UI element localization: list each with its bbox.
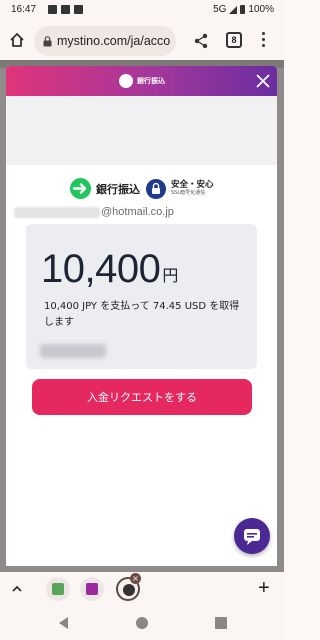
conversion-description: 10,400 JPY を支払って 74.45 USD を取得します <box>44 301 240 328</box>
close-tab-icon[interactable]: × <box>130 573 141 584</box>
lock-icon <box>43 35 52 46</box>
money-icon <box>52 583 64 595</box>
recents-icon[interactable] <box>215 617 227 629</box>
safety-text: 安全・安心 SSL暗号化通信 <box>171 181 214 197</box>
arrow-right-icon <box>70 178 91 199</box>
tab-thumbnail-1[interactable] <box>46 577 70 601</box>
padlock-icon <box>146 178 166 199</box>
chat-icon <box>244 529 260 545</box>
shield-notification-icon <box>48 5 57 14</box>
chevron-up-icon[interactable] <box>10 582 24 596</box>
close-icon[interactable] <box>255 73 271 89</box>
new-tab-icon[interactable]: + <box>258 578 270 598</box>
tab-switcher-button[interactable]: 8 <box>226 32 242 48</box>
payment-card: 銀行振込 安全・安心 SSL暗号化通信 @hotmail.co.jp 10,40… <box>6 165 277 566</box>
system-nav-bar <box>0 606 284 640</box>
home-notification-icon <box>61 5 70 14</box>
globe-icon <box>123 584 135 596</box>
modal-header: 銀行振込 <box>6 66 277 96</box>
amount-value: 10,400 <box>41 247 161 291</box>
safety-subtitle: SSL暗号化通信 <box>171 190 206 197</box>
amount-panel: 10,400 円 10,400 JPY を支払って 74.45 USD を取得し… <box>26 224 257 369</box>
status-bar: 16:47 5G 100% <box>0 0 284 22</box>
email-redacted <box>14 206 100 218</box>
status-right: 5G 100% <box>213 4 274 15</box>
status-notification-icons <box>48 5 83 14</box>
url-text: mystino.com/ja/acco <box>57 34 171 48</box>
back-icon[interactable] <box>59 617 68 629</box>
window-notification-icon <box>74 5 83 14</box>
modal-title: 銀行振込 <box>137 77 165 85</box>
deposit-request-button[interactable]: 入金リクエストをする <box>32 379 252 415</box>
email-domain: @hotmail.co.jp <box>101 206 174 218</box>
status-time: 16:47 <box>11 4 37 15</box>
tab-strip: × + <box>0 572 284 606</box>
brand-logo-icon <box>119 74 133 88</box>
bank-transfer-modal: 銀行振込 銀行振込 安全・安心 SSL暗号化通信 @hotmail.co.jp … <box>6 66 277 566</box>
browser-toolbar: mystino.com/ja/acco 8 <box>0 22 284 60</box>
amount-display: 10,400 円 <box>41 249 178 289</box>
battery-label: 100% <box>248 4 274 15</box>
account-email: @hotmail.co.jp <box>14 206 174 218</box>
tab-thumbnail-2[interactable] <box>80 577 104 601</box>
trust-badge-row: 銀行振込 安全・安心 SSL暗号化通信 <box>70 178 214 199</box>
more-vert-icon[interactable] <box>258 32 268 50</box>
signal-icon <box>229 5 238 14</box>
home-icon[interactable] <box>9 32 25 48</box>
chat-button[interactable] <box>234 518 270 554</box>
network-label: 5G <box>213 4 227 15</box>
safety-title: 安全・安心 <box>171 179 214 190</box>
battery-icon <box>240 5 246 14</box>
modal-brand: 銀行振込 <box>119 74 165 88</box>
address-bar[interactable]: mystino.com/ja/acco <box>34 26 176 56</box>
brand-label: 銀行振込 <box>96 182 140 196</box>
site-favicon-icon <box>86 583 98 595</box>
redacted-reference <box>40 344 106 358</box>
share-icon[interactable] <box>193 33 209 49</box>
home-nav-icon[interactable] <box>136 617 148 629</box>
amount-currency: 円 <box>162 266 179 285</box>
